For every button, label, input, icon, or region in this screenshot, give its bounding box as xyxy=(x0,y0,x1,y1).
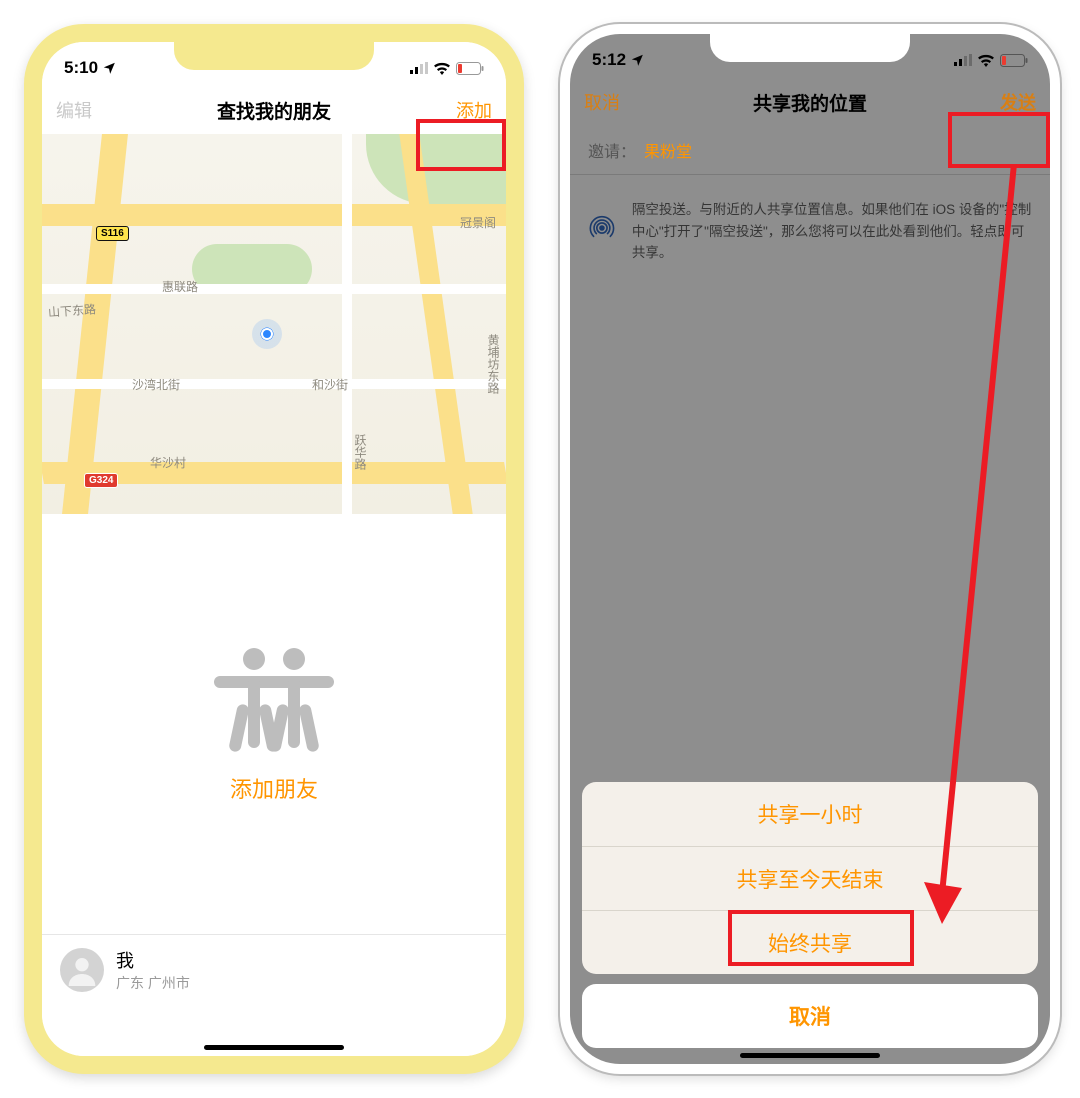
battery-low-icon xyxy=(456,62,484,75)
highlight-add xyxy=(416,119,506,171)
me-name: 我 xyxy=(116,947,190,973)
map-label: 跃华路 xyxy=(352,434,369,470)
wifi-icon xyxy=(977,54,995,67)
map-label: 华沙村 xyxy=(150,454,186,471)
map-label: 山下东路 xyxy=(47,300,96,320)
map-label: 冠景阁 xyxy=(460,214,496,231)
annotation-arrow xyxy=(814,164,1034,934)
avatar xyxy=(60,948,104,992)
nav-title: 查找我的朋友 xyxy=(217,97,331,124)
home-indicator[interactable] xyxy=(204,1045,344,1050)
cellular-icon xyxy=(954,54,972,66)
empty-friends-panel: 添加朋友 xyxy=(42,514,506,934)
status-time: 5:10 xyxy=(64,58,98,78)
me-row[interactable]: 我 广东 广州市 xyxy=(42,934,506,1005)
location-services-icon xyxy=(630,53,644,67)
wifi-icon xyxy=(433,62,451,75)
nav-cancel-button[interactable]: 取消 xyxy=(584,89,620,115)
me-location: 广东 广州市 xyxy=(116,973,190,993)
airdrop-icon xyxy=(588,199,616,257)
phone-left: 5:10 编辑 查找我的朋友 添加 xyxy=(24,24,524,1074)
home-indicator[interactable] xyxy=(740,1053,880,1058)
road-shield-s116: S116 xyxy=(96,226,129,241)
invite-contact: 果粉堂 xyxy=(644,138,692,162)
notch xyxy=(174,42,374,70)
current-location-dot xyxy=(252,319,282,349)
nav-edit-button[interactable]: 编辑 xyxy=(56,97,92,123)
nav-title: 共享我的位置 xyxy=(753,89,867,116)
invite-label: 邀请： xyxy=(588,138,636,162)
status-time: 5:12 xyxy=(592,50,626,70)
map-label: 黄埔坊东路 xyxy=(485,334,502,394)
highlight-send xyxy=(948,112,1050,168)
map-view[interactable]: S116 G324 冠景阁 惠联路 山下东路 沙湾北街 和沙街 华沙村 跃华路 … xyxy=(42,134,506,514)
cellular-icon xyxy=(410,62,428,74)
road-shield-g324: G324 xyxy=(84,473,118,488)
battery-low-icon xyxy=(1000,54,1028,67)
action-sheet-cancel-button[interactable]: 取消 xyxy=(582,984,1038,1048)
notch xyxy=(710,34,910,62)
map-label: 和沙街 xyxy=(312,376,348,393)
friends-icon xyxy=(209,644,339,754)
map-label: 沙湾北街 xyxy=(132,376,180,393)
location-services-icon xyxy=(102,61,116,75)
map-label: 惠联路 xyxy=(162,278,198,295)
add-friends-button[interactable]: 添加朋友 xyxy=(230,772,318,804)
